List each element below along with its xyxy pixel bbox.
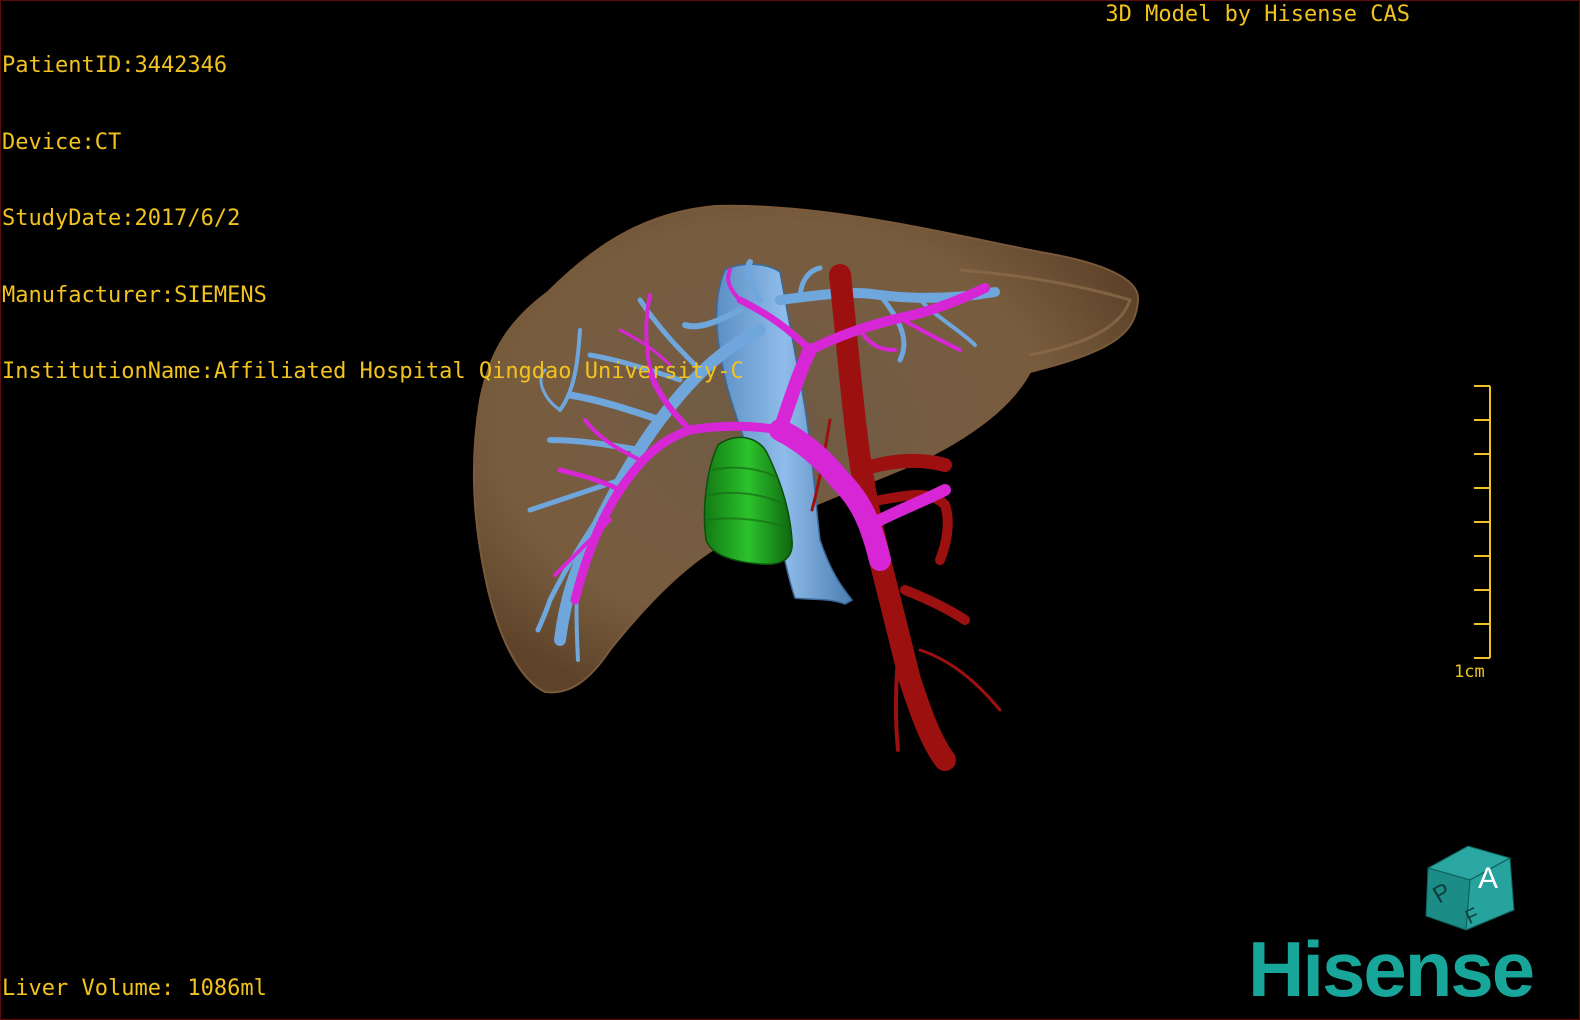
study-date-label: StudyDate:2017/6/2	[2, 206, 241, 231]
orientation-cube-icon[interactable]: A P F	[1418, 838, 1528, 938]
scale-bar-label: 1cm	[1454, 662, 1485, 682]
manufacturer-label: Manufacturer:SIEMENS	[2, 282, 267, 308]
dicom-info-overlay: PatientID:3442346 Device:CT StudyDate:20…	[2, 2, 744, 410]
cube-face-a: A	[1478, 862, 1498, 895]
model-brand-label: 3D Model by Hisense CAS	[1105, 2, 1410, 27]
hisense-logo: Hisense	[1248, 925, 1535, 1013]
device-label: Device:CT	[2, 129, 122, 155]
liver-volume-label: Liver Volume: 1086ml	[2, 976, 267, 1001]
patient-id-label: PatientID:3442346	[2, 53, 228, 78]
scale-bar	[1474, 385, 1491, 659]
institution-label: InstitutionName:Affiliated Hospital Qing…	[2, 359, 744, 384]
